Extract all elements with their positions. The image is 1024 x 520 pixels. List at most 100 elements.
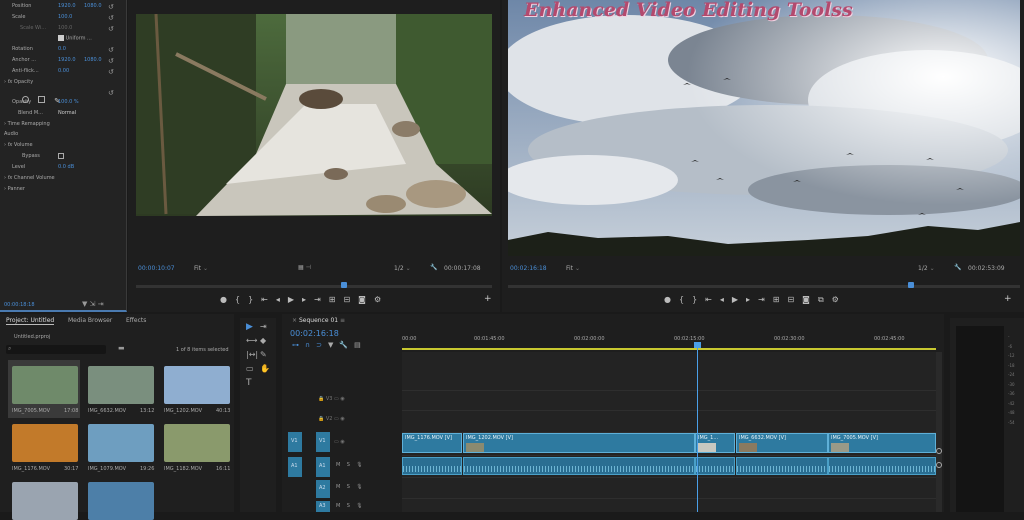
insert-icon[interactable]: ⊣ (306, 264, 311, 271)
solo-button[interactable]: S (347, 503, 350, 509)
pen-icon[interactable]: ✎ (260, 350, 267, 359)
tab-media-browser[interactable]: Media Browser (68, 317, 112, 324)
microphone-icon[interactable]: 🎙 (356, 503, 362, 509)
scale-value[interactable]: 100.0 (58, 14, 72, 20)
mute-button[interactable]: M (336, 503, 340, 509)
wrench-icon[interactable]: 🔧 (430, 264, 437, 271)
volume-section[interactable]: › fx Volume (4, 142, 33, 148)
menu-icon[interactable]: ≡ (340, 317, 345, 324)
lock-icon[interactable]: 🔒 (318, 396, 324, 402)
reset-icon[interactable]: ↺ (108, 13, 114, 24)
source-zoom-select[interactable]: Fit ⌄ (194, 265, 208, 272)
step-back-icon[interactable]: ◂ (276, 295, 288, 304)
reset-icon[interactable]: ↺ (108, 2, 114, 13)
source-resolution-select[interactable]: 1/2 ⌄ (394, 265, 411, 272)
source-patch-a1[interactable]: A1 (288, 457, 302, 477)
play-icon[interactable]: ▶ (288, 295, 302, 304)
add-button-icon[interactable]: + (484, 294, 492, 304)
uniform-scale-checkbox[interactable] (58, 35, 64, 41)
project-search-input[interactable]: ⌕ (6, 345, 106, 354)
audio-clip[interactable] (828, 457, 936, 475)
overwrite-icon[interactable]: ⊟ (343, 295, 358, 304)
reset-icon[interactable]: ↺ (108, 24, 114, 35)
opacity-section[interactable]: › fx Opacity (4, 79, 33, 85)
add-marker-icon[interactable]: ▼ (328, 341, 339, 349)
timeline-vertical-scrollbar[interactable] (936, 352, 942, 512)
lock-icon[interactable]: 🔒 (318, 416, 324, 422)
mark-in-icon[interactable]: { (235, 295, 248, 304)
source-playhead[interactable] (341, 282, 347, 288)
track-target-a3[interactable]: A3 (316, 501, 330, 512)
program-zoom-select[interactable]: Fit ⌄ (566, 265, 580, 272)
chevron-right-icon[interactable]: › (4, 175, 6, 181)
track-target-a1[interactable]: A1 (316, 457, 330, 477)
microphone-icon[interactable]: 🎙 (356, 462, 362, 468)
mark-in-icon[interactable]: { (679, 295, 692, 304)
camera-icon[interactable]: ◙ (358, 295, 374, 304)
mark-out-icon[interactable]: } (692, 295, 705, 304)
wrench-icon[interactable]: 🔧 (339, 341, 354, 349)
timeline-tab[interactable]: × Sequence 01 ≡ (292, 317, 345, 324)
source-patch-v1[interactable]: V1 (288, 432, 302, 452)
program-current-timecode[interactable]: 00:02:16:18 (510, 265, 547, 272)
selection-tool-icon[interactable]: ▶ (246, 322, 253, 332)
eye-icon[interactable]: ◉ (340, 416, 344, 422)
filter-icon[interactable]: ▼ (82, 300, 87, 308)
audio-clip[interactable] (463, 457, 695, 475)
reset-icon[interactable]: ↺ (108, 67, 114, 78)
play-icon[interactable]: ▶ (732, 295, 746, 304)
close-icon[interactable]: × (292, 317, 297, 324)
playhead-handle[interactable] (694, 342, 701, 348)
camera-icon[interactable]: ◙ (802, 295, 818, 304)
chevron-right-icon[interactable]: › (4, 186, 6, 192)
settings-icon[interactable]: ⚙ (374, 295, 389, 304)
project-clip-thumbnail[interactable] (164, 424, 230, 462)
chevron-down-icon[interactable]: › (4, 79, 6, 85)
program-resolution-select[interactable]: 1/2 ⌄ (918, 265, 935, 272)
mute-button[interactable]: M (336, 484, 340, 490)
antiflicker-value[interactable]: 0.00 (58, 68, 69, 74)
export-icon[interactable]: ⇲ (90, 300, 96, 308)
chevron-right-icon[interactable]: › (4, 121, 6, 127)
linked-selection-icon[interactable]: ⊃ (316, 341, 328, 349)
settings-icon[interactable]: ⚙ (832, 295, 847, 304)
safe-margins-icon[interactable]: ▦ (298, 264, 304, 271)
marker-icon[interactable]: ● (664, 295, 679, 304)
step-forward-icon[interactable]: ▸ (746, 295, 758, 304)
effect-controls-timecode[interactable]: 00:00:18:18 (4, 302, 35, 308)
razor-icon[interactable]: ◆ (260, 336, 266, 345)
tab-effects[interactable]: Effects (126, 317, 146, 324)
go-to-out-icon[interactable]: ⇥ (314, 295, 329, 304)
timeline-playhead[interactable] (694, 342, 701, 512)
reset-icon[interactable]: ↺ (108, 45, 114, 56)
timeline-timecode[interactable]: 00:02:16:18 (290, 329, 339, 338)
bypass-checkbox[interactable] (58, 153, 64, 159)
marker-icon[interactable]: ● (220, 295, 235, 304)
track-target-a2[interactable]: A2 (316, 480, 330, 498)
step-back-icon[interactable]: ◂ (720, 295, 732, 304)
timeline-clip[interactable]: IMG_7005.MOV [V] (828, 433, 936, 453)
work-area-bar[interactable] (402, 348, 936, 350)
panner-section[interactable]: › Panner (4, 186, 25, 192)
timeline-clip[interactable]: IMG_1202.MOV [V] (463, 433, 695, 453)
ripple-edit-icon[interactable]: ⟷ (246, 336, 257, 345)
anchor-y[interactable]: 1080.0 (84, 57, 102, 63)
captions-icon[interactable]: ▤ (354, 341, 367, 349)
project-clip-thumbnail[interactable] (88, 366, 154, 404)
go-to-in-icon[interactable]: ⇤ (705, 295, 720, 304)
rectangle-mask-icon[interactable] (38, 96, 46, 103)
rectangle-icon[interactable]: ▭ (246, 364, 254, 373)
save-icon[interactable]: ⇥ (98, 300, 104, 308)
solo-button[interactable]: S (347, 484, 350, 490)
mark-out-icon[interactable]: } (248, 295, 261, 304)
anchor-x[interactable]: 1920.0 (58, 57, 76, 63)
project-clip-thumbnail[interactable] (88, 424, 154, 462)
track-select-icon[interactable]: ⇥ (260, 322, 267, 331)
step-forward-icon[interactable]: ▸ (302, 295, 314, 304)
mute-button[interactable]: M (336, 462, 340, 468)
source-time-ruler[interactable] (136, 282, 492, 288)
audio-clip[interactable] (736, 457, 828, 475)
timeline-clip[interactable]: IMG_1... (695, 433, 735, 453)
project-clip-thumbnail[interactable] (12, 482, 78, 520)
timeline-clip[interactable]: IMG_1176.MOV [V] (402, 433, 462, 453)
